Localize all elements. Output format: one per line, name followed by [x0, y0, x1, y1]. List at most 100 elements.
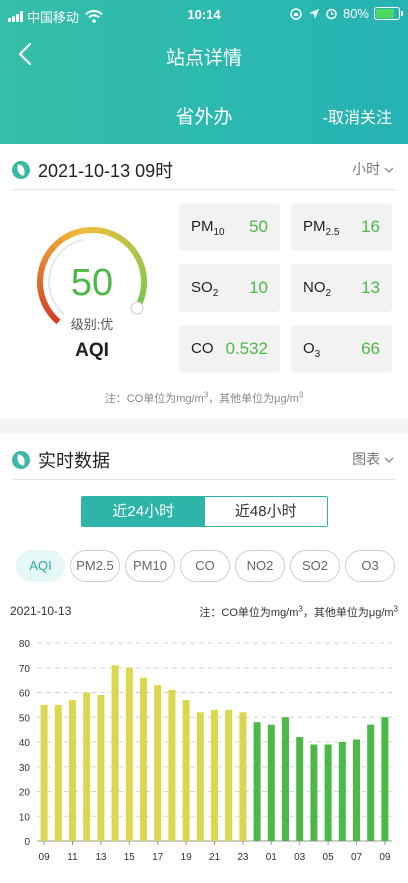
bar — [338, 742, 346, 841]
bar — [310, 744, 318, 841]
realtime-card: 实时数据 图表 近24小时 近48小时 AQI PM2.5 PM10 CO NO… — [0, 433, 408, 883]
summary-datetime: 2021-10-13 09时 — [38, 161, 174, 181]
x-tick-label: 07 — [351, 852, 363, 863]
bar — [168, 690, 176, 841]
gauge-segment — [120, 237, 130, 246]
pollutant-value: 50 — [249, 217, 268, 236]
gauge-segment — [64, 231, 74, 240]
pollutant-value: 16 — [361, 217, 380, 236]
y-tick-label: 80 — [19, 639, 31, 650]
leaf-icon — [12, 451, 30, 469]
bar — [381, 717, 389, 841]
x-tick-label: 05 — [323, 852, 335, 863]
gauge-segment — [54, 237, 64, 246]
gauge-segment — [100, 227, 108, 236]
tab-no2[interactable]: NO2 — [235, 550, 285, 582]
divider — [12, 479, 396, 480]
gauge-segment — [50, 241, 60, 250]
y-tick-label: 40 — [19, 738, 31, 749]
battery-icon — [374, 7, 403, 20]
bar — [140, 677, 147, 841]
gauge-segment — [132, 250, 141, 260]
tab-aqi[interactable]: AQI — [16, 550, 65, 582]
battery-percent: 80% — [342, 6, 369, 21]
bar — [40, 704, 48, 841]
x-tick-label: 01 — [266, 852, 278, 863]
chevron-down-icon — [384, 167, 394, 173]
page-title: 站点详情 — [165, 48, 242, 69]
bar — [353, 739, 360, 841]
pollutant-pm25[interactable]: PM2.5 16 — [291, 203, 392, 251]
y-tick-label: 0 — [24, 837, 30, 848]
x-tick-label: 15 — [124, 852, 136, 863]
x-tick-label: 11 — [67, 852, 78, 863]
bar — [296, 737, 304, 841]
unfollow-button[interactable]: -取消关注 — [323, 104, 392, 128]
x-tick-label: 09 — [379, 852, 391, 863]
pollutant-value: 66 — [361, 339, 380, 358]
gauge-segment — [105, 229, 114, 237]
pollutant-co[interactable]: CO 0.532 — [179, 325, 280, 373]
y-tick-label: 50 — [19, 713, 31, 724]
x-tick-label: 17 — [152, 852, 164, 863]
gauge-segment — [76, 227, 85, 236]
y-tick-label: 20 — [19, 788, 31, 799]
tab-so2[interactable]: SO2 — [290, 550, 340, 582]
unit-note: 注：CO单位为mg/m3，其他单位为μg/m3 — [199, 604, 398, 619]
time-range-toggle: 近24小时 近48小时 — [81, 496, 328, 527]
bar — [267, 724, 275, 841]
aqi-level: 级别:优 — [70, 317, 114, 332]
gauge-segment — [94, 227, 102, 234]
gauge-segment — [115, 233, 125, 243]
pollutant-value: 10 — [249, 278, 268, 297]
bar — [225, 709, 233, 841]
header: 中国移动 10:14 80% 站点详情 省外办 -取消关注 — [0, 0, 408, 144]
x-tick-label: 09 — [39, 852, 51, 863]
aqi-value: 50 — [70, 262, 114, 304]
bar — [367, 724, 375, 841]
gauge-segment — [43, 250, 52, 260]
view-selector[interactable]: 图表 — [352, 449, 394, 469]
aqi-label: AQI — [75, 340, 109, 361]
bar — [324, 744, 332, 841]
tab-co[interactable]: CO — [180, 550, 230, 582]
bar — [154, 685, 162, 841]
bar — [182, 699, 190, 841]
bar — [111, 665, 119, 841]
bar — [54, 704, 62, 841]
leaf-icon — [12, 161, 30, 179]
y-tick-label: 70 — [19, 664, 31, 675]
tab-pm10[interactable]: PM10 — [125, 550, 175, 582]
bar — [211, 709, 218, 841]
pollutant-pm10[interactable]: PM10 50 — [179, 203, 280, 251]
alarm-icon — [326, 8, 337, 20]
rotation-lock-icon — [290, 7, 302, 20]
bar — [69, 699, 76, 841]
bar — [253, 722, 261, 841]
gauge-segment — [70, 229, 79, 237]
bar — [125, 667, 133, 841]
pollutant-so2[interactable]: SO2 10 — [179, 264, 280, 312]
gauge-segment — [59, 233, 69, 243]
range-24h-button[interactable]: 近24小时 — [82, 497, 205, 526]
chevron-down-icon — [384, 457, 394, 463]
tab-o3[interactable]: O3 — [345, 550, 395, 582]
pollutant-value: 0.532 — [225, 339, 268, 358]
gauge-segment — [124, 241, 134, 250]
location-icon — [308, 8, 319, 19]
pollutant-o3[interactable]: O3 66 — [291, 325, 392, 373]
period-selector[interactable]: 小时 — [352, 159, 394, 179]
gauge-segment — [82, 227, 90, 234]
bar — [97, 694, 105, 841]
x-tick-label: 03 — [294, 852, 306, 863]
summary-card: 2021-10-13 09时 小时 50 级别:优 AQI PM10 50 PM… — [0, 144, 408, 418]
pollutant-no2[interactable]: NO2 13 — [291, 264, 392, 312]
pollutant-value: 13 — [361, 278, 380, 297]
x-tick-label: 19 — [181, 852, 193, 863]
range-48h-button[interactable]: 近48小时 — [204, 497, 327, 526]
unit-note: 注：CO单位为mg/m3，其他单位为μg/m3 — [104, 390, 304, 405]
x-tick-label: 13 — [95, 852, 107, 863]
tab-pm25[interactable]: PM2.5 — [70, 550, 120, 582]
gauge-segment — [128, 245, 138, 255]
x-tick-label: 23 — [237, 852, 249, 863]
